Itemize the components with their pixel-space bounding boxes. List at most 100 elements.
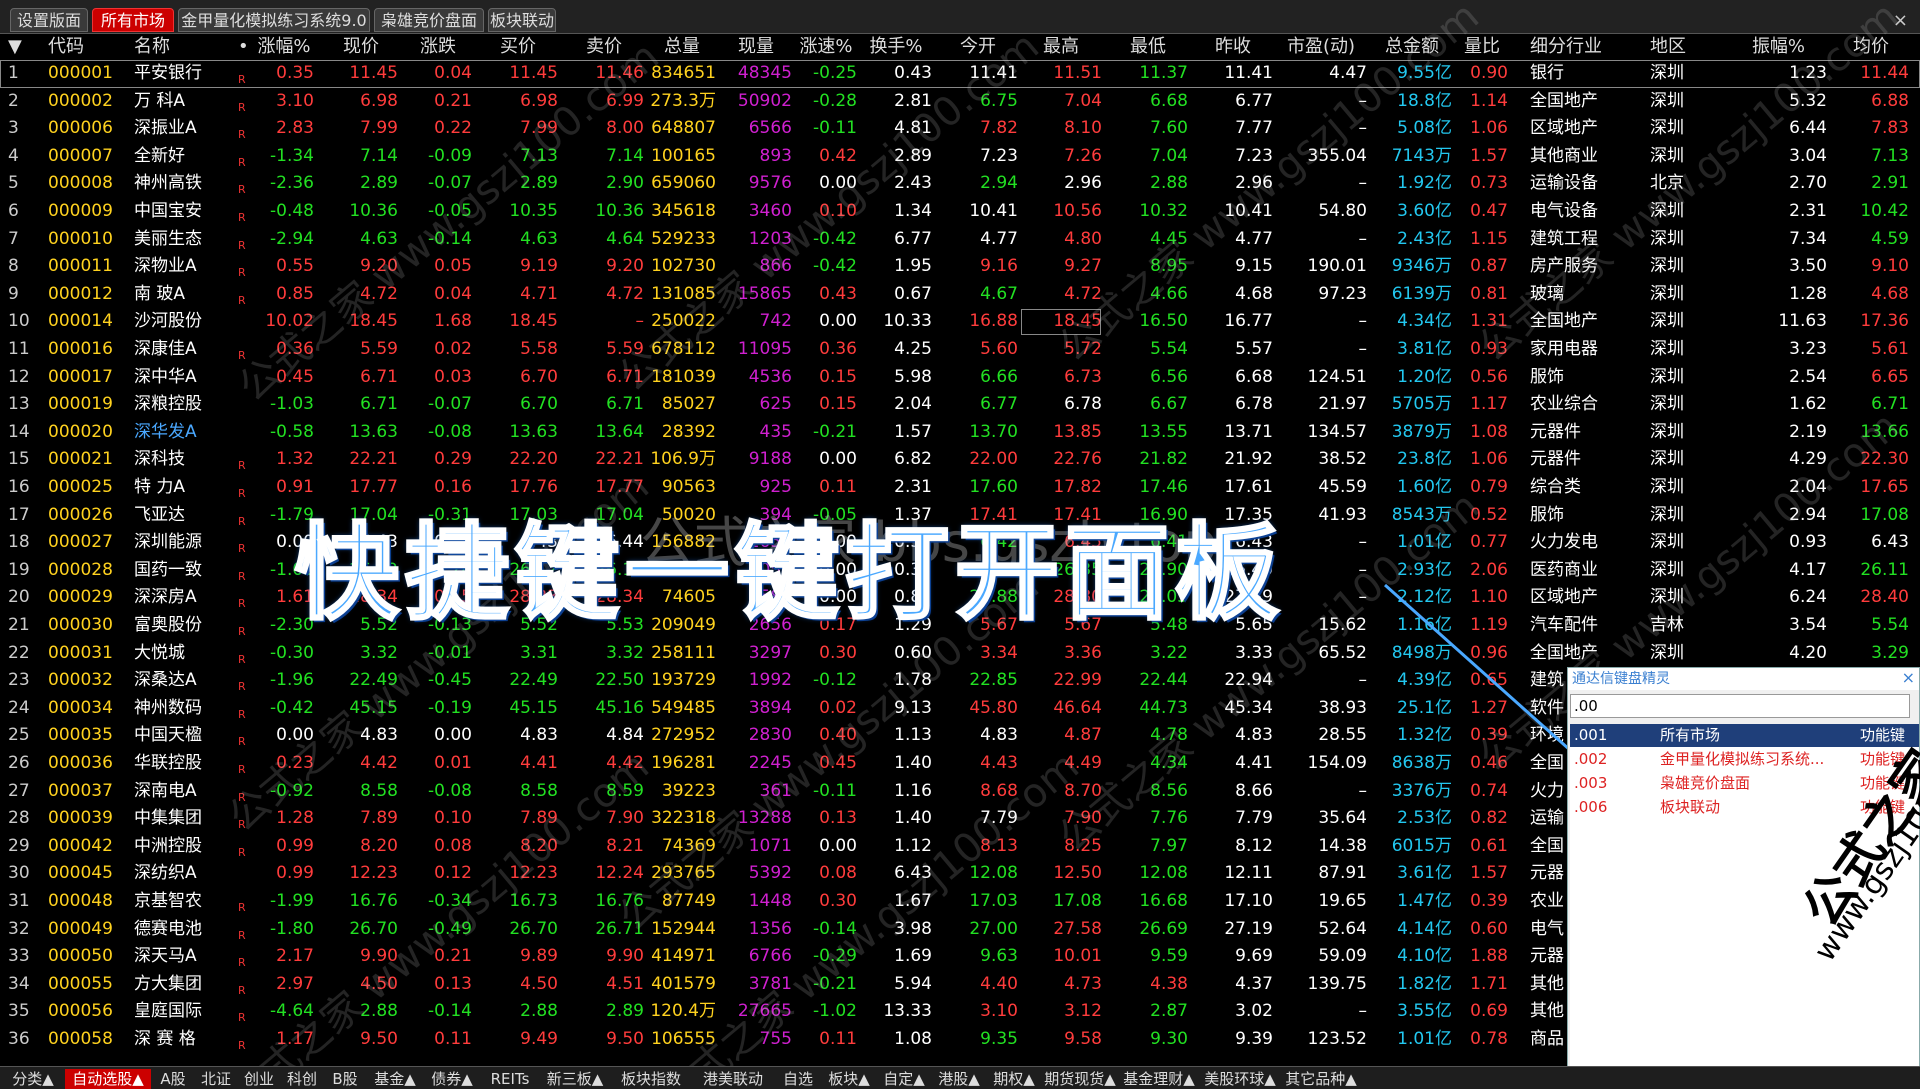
market-tab[interactable]: 板块▲	[822, 1069, 876, 1089]
table-row[interactable]: 5 000008 神州高铁 R -2.36 2.89 -0.07 2.89 2.90 659060…	[0, 170, 1920, 198]
top-tab[interactable]: 枭雄竞价盘面	[374, 8, 484, 32]
table-row[interactable]: 4 000007 全新好 R -1.34 7.14 -0.09 7.13 7.14 100165 8…	[0, 143, 1920, 171]
table-row[interactable]: 15 000021 深科技 R 1.32 22.21 0.29 22.20 22.21 106.9…	[0, 446, 1920, 474]
column-header[interactable]: 今开	[938, 34, 1018, 60]
market-tab[interactable]: 分类▲	[2, 1069, 64, 1089]
table-cell: 0.00	[819, 311, 857, 332]
table-cell: 深圳	[1650, 145, 1684, 166]
table-cell: 建筑工程	[1530, 228, 1598, 249]
table-cell: 2.87	[1150, 1001, 1188, 1022]
column-header[interactable]: 换手%	[860, 34, 932, 60]
table-row[interactable]: 10 000014 沙河股份 10.02 18.45 1.68 18.45–250022 74…	[0, 308, 1920, 336]
market-tab[interactable]: 其它品种▲	[1281, 1069, 1361, 1089]
market-tab[interactable]: 自动选股▲	[65, 1069, 151, 1089]
table-cell: 11.51	[1053, 63, 1102, 83]
table-row[interactable]: 12 000017 深中华A 0.45 6.71 0.03 6.70 6.71 181039 45…	[0, 364, 1920, 392]
market-tab[interactable]: 基金理财▲	[1119, 1069, 1199, 1089]
table-cell: 000037	[48, 780, 113, 801]
market-tab[interactable]: 新三板▲	[540, 1069, 610, 1089]
column-header[interactable]: 最高	[1020, 34, 1102, 60]
table-row[interactable]: 9 000012 南 玻A R 0.85 4.72 0.04 4.71 4.72 131085 15…	[0, 281, 1920, 309]
table-cell: 13.66	[1860, 421, 1909, 442]
market-tab[interactable]: 美股环球▲	[1200, 1069, 1280, 1089]
sprite-close-icon[interactable]: ×	[1902, 668, 1915, 687]
table-cell: 深圳	[1650, 394, 1684, 415]
table-row[interactable]: 3 000006 深振业A R 2.83 7.99 0.22 7.99 8.00 648807 65…	[0, 115, 1920, 143]
table-cell: 4.87	[1064, 725, 1102, 746]
market-tab[interactable]: 债券▲	[424, 1069, 480, 1089]
column-header[interactable]: •	[238, 34, 250, 60]
table-cell: 3	[8, 118, 19, 139]
table-row[interactable]: 7 000010 美丽生态 R -2.94 4.63 -0.14 4.63 4.64 529233…	[0, 226, 1920, 254]
table-row[interactable]: 14 000020 深华发A -0.58 13.63 -0.08 13.63 13.64 283…	[0, 419, 1920, 447]
column-header[interactable]: 代码	[48, 34, 124, 60]
table-row[interactable]: 22 000031 大悦城 R -0.30 3.32 -0.01 3.31 3.32 258111…	[0, 640, 1920, 668]
table-cell: 5.60	[980, 339, 1018, 359]
close-icon[interactable]: ×	[1893, 10, 1908, 31]
table-row[interactable]: 6 000009 中国宝安 R -0.48 10.36 -0.05 10.35 10.36 345…	[0, 198, 1920, 226]
table-cell: 6.78	[1064, 394, 1102, 415]
top-tab[interactable]: 板块联动	[488, 8, 556, 32]
column-header[interactable]: 买价	[478, 34, 558, 60]
market-tab[interactable]: REITs	[481, 1069, 539, 1089]
market-tab[interactable]: 自定▲	[877, 1069, 931, 1089]
table-row[interactable]: 13 000019 深粮控股 -1.03 6.71 -0.07 6.70 6.71 85027 6…	[0, 391, 1920, 419]
market-tab[interactable]: 期货现货▲	[1042, 1069, 1118, 1089]
table-row[interactable]: 8 000011 深物业A R 0.55 9.20 0.05 9.19 9.20 102730 86…	[0, 253, 1920, 281]
table-cell: 8.10	[1064, 118, 1102, 139]
column-header[interactable]: 最低	[1108, 34, 1188, 60]
table-row[interactable]: 2 000002 万 科A R 3.10 6.98 0.21 6.98 6.99 273.3万 50…	[0, 88, 1920, 116]
market-tab[interactable]: 期权▲	[987, 1069, 1041, 1089]
column-header[interactable]: 现价	[324, 34, 398, 60]
table-cell: -0.08	[428, 780, 472, 801]
market-tab[interactable]: 自选	[775, 1069, 821, 1089]
market-tab[interactable]: 港美联动	[692, 1069, 774, 1089]
table-cell: 2.89	[360, 173, 398, 194]
top-tab[interactable]: 金甲量化模拟练习系统9.0	[178, 8, 370, 32]
table-cell: 10.42	[1860, 201, 1909, 221]
table-cell: –	[1358, 228, 1368, 249]
column-header[interactable]: 昨收	[1193, 34, 1273, 60]
table-cell: 16.76	[595, 891, 644, 911]
column-header[interactable]: 现量	[720, 34, 792, 60]
column-header[interactable]: 振幅%	[1730, 34, 1827, 60]
table-cell: 000010	[48, 228, 113, 249]
sprite-result-item[interactable]: .001 所有市场 功能键	[1570, 724, 1919, 747]
market-tab[interactable]: 基金▲	[367, 1069, 423, 1089]
market-tab[interactable]: 北证	[195, 1069, 237, 1089]
table-cell: 36	[8, 1029, 30, 1049]
table-cell: 3894	[748, 697, 792, 718]
column-header[interactable]: 地区	[1650, 34, 1730, 60]
column-header[interactable]: ▼	[8, 34, 38, 60]
top-tab[interactable]: 设置版面	[10, 8, 88, 32]
table-cell: 190.01	[1307, 256, 1367, 277]
column-header[interactable]: 涨速%	[795, 34, 857, 60]
market-tab[interactable]: B股	[324, 1069, 366, 1089]
column-header[interactable]: 市盈(动)	[1275, 34, 1367, 60]
market-tab[interactable]: 板块指数	[611, 1069, 691, 1089]
top-tab[interactable]: 所有市场	[92, 8, 174, 32]
market-tab[interactable]: 港股▲	[932, 1069, 986, 1089]
column-header[interactable]: 均价	[1833, 34, 1909, 60]
column-header[interactable]: 量比	[1456, 34, 1508, 60]
column-header[interactable]: 细分行业	[1530, 34, 1642, 60]
column-header[interactable]: 涨幅%	[254, 34, 314, 60]
table-cell: -0.11	[813, 118, 857, 139]
table-cell: 中集集团	[134, 808, 202, 829]
table-cell: 4.84	[606, 725, 644, 746]
column-header[interactable]: 涨跌	[404, 34, 472, 60]
table-cell: 5.54	[1871, 615, 1909, 635]
column-header[interactable]: 名称	[134, 34, 238, 60]
table-row[interactable]: 11 000016 深康佳A R 0.36 5.59 0.02 5.58 5.59 678112 1…	[0, 336, 1920, 364]
market-tab[interactable]: 创业	[238, 1069, 280, 1089]
sprite-search-input[interactable]: .00	[1570, 694, 1910, 718]
market-tab[interactable]: 科创	[281, 1069, 323, 1089]
column-header[interactable]: 卖价	[564, 34, 644, 60]
market-tab[interactable]: A股	[152, 1069, 194, 1089]
table-cell: -0.09	[428, 145, 472, 166]
column-header[interactable]: 总量	[648, 34, 716, 60]
sprite-result-item[interactable]: .002 金甲量化模拟练习系统... 功能键	[1570, 748, 1919, 771]
table-row[interactable]: 1 000001 平安银行 R 0.35 11.45 0.04 11.45 11.46 83465…	[0, 60, 1920, 88]
table-cell: 33	[8, 946, 30, 967]
column-header[interactable]: 总金额	[1372, 34, 1452, 60]
